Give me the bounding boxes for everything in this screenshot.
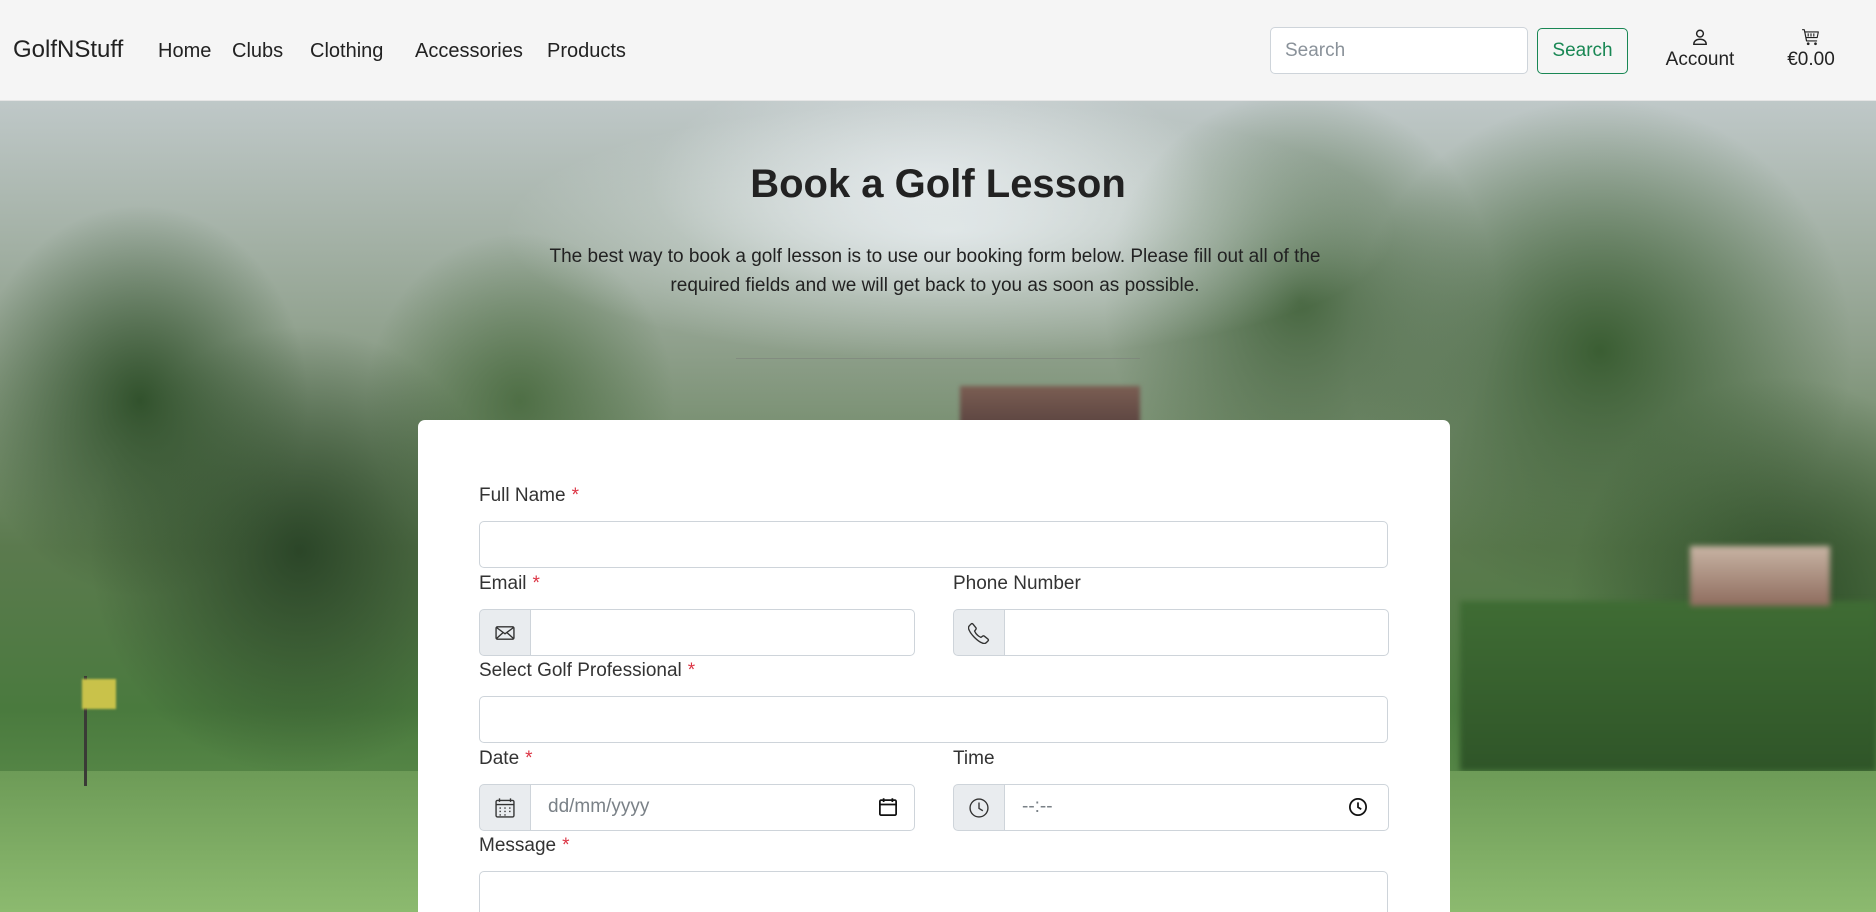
message-label: Message * [479, 835, 570, 857]
title-divider [736, 358, 1140, 359]
account-link[interactable]: Account [1660, 28, 1740, 71]
required-marker: * [525, 748, 533, 769]
top-navbar: GolfNStuff Home Clubs Clothing Accessori… [0, 0, 1876, 101]
date-placeholder: dd/mm/yyyy [548, 796, 650, 817]
date-label: Date * [479, 748, 533, 770]
required-marker: * [532, 573, 540, 594]
hero-sky [500, 101, 1400, 361]
page-intro: The best way to book a golf lesson is to… [549, 246, 1321, 296]
required-marker: * [562, 835, 570, 856]
time-label: Time [953, 748, 995, 770]
nav-link-clubs[interactable]: Clubs [232, 40, 283, 63]
clock-icon [969, 797, 989, 818]
message-label-text: Message [479, 835, 557, 856]
search-button[interactable]: Search [1537, 28, 1628, 74]
clock-picker-icon[interactable] [1348, 797, 1368, 817]
nav-link-products[interactable]: Products [547, 40, 626, 63]
full-name-label: Full Name * [479, 485, 579, 507]
nav-link-accessories[interactable]: Accessories [415, 40, 523, 63]
professional-label-text: Select Golf Professional [479, 660, 682, 681]
required-marker: * [687, 660, 696, 681]
email-label: Email * [479, 573, 540, 595]
email-input[interactable] [530, 609, 915, 656]
date-addon [479, 784, 531, 831]
hero-house [1690, 546, 1830, 606]
time-placeholder: --:-- [1022, 796, 1053, 817]
time-input[interactable] [1004, 784, 1389, 831]
professional-label: Select Golf Professional * [479, 660, 695, 682]
calendar-icon [495, 797, 515, 818]
hero-flag [82, 679, 116, 709]
cart-icon [1802, 29, 1819, 46]
full-name-label-text: Full Name [479, 485, 566, 506]
phone-addon [953, 609, 1005, 656]
account-label: Account [1665, 49, 1735, 70]
page-title: Book a Golf Lesson [750, 162, 1126, 206]
cart-total: €0.00 [1787, 49, 1835, 70]
nav-link-clothing[interactable]: Clothing [310, 40, 383, 63]
email-label-text: Email [479, 573, 527, 594]
required-marker: * [571, 485, 579, 506]
person-icon [1693, 29, 1707, 46]
email-addon [479, 609, 531, 656]
phone-label: Phone Number [953, 573, 1081, 595]
calendar-picker-icon[interactable] [878, 797, 898, 817]
phone-input[interactable] [1004, 609, 1389, 656]
search-input[interactable] [1270, 27, 1528, 74]
booking-form: Full Name * Email * Phone Number Select Go… [418, 420, 1450, 912]
time-label-text: Time [953, 748, 995, 769]
time-addon [953, 784, 1005, 831]
professional-select[interactable] [479, 696, 1388, 743]
cart-link[interactable]: €0.00 [1780, 28, 1842, 71]
message-textarea[interactable] [479, 871, 1388, 912]
brand-logo[interactable]: GolfNStuff [13, 36, 123, 64]
full-name-input[interactable] [479, 521, 1388, 568]
hero-hedge [1460, 601, 1876, 771]
envelope-icon [495, 625, 515, 640]
telephone-icon [968, 622, 990, 644]
phone-label-text: Phone Number [953, 573, 1081, 594]
date-label-text: Date [479, 748, 520, 769]
nav-link-home[interactable]: Home [158, 40, 211, 63]
